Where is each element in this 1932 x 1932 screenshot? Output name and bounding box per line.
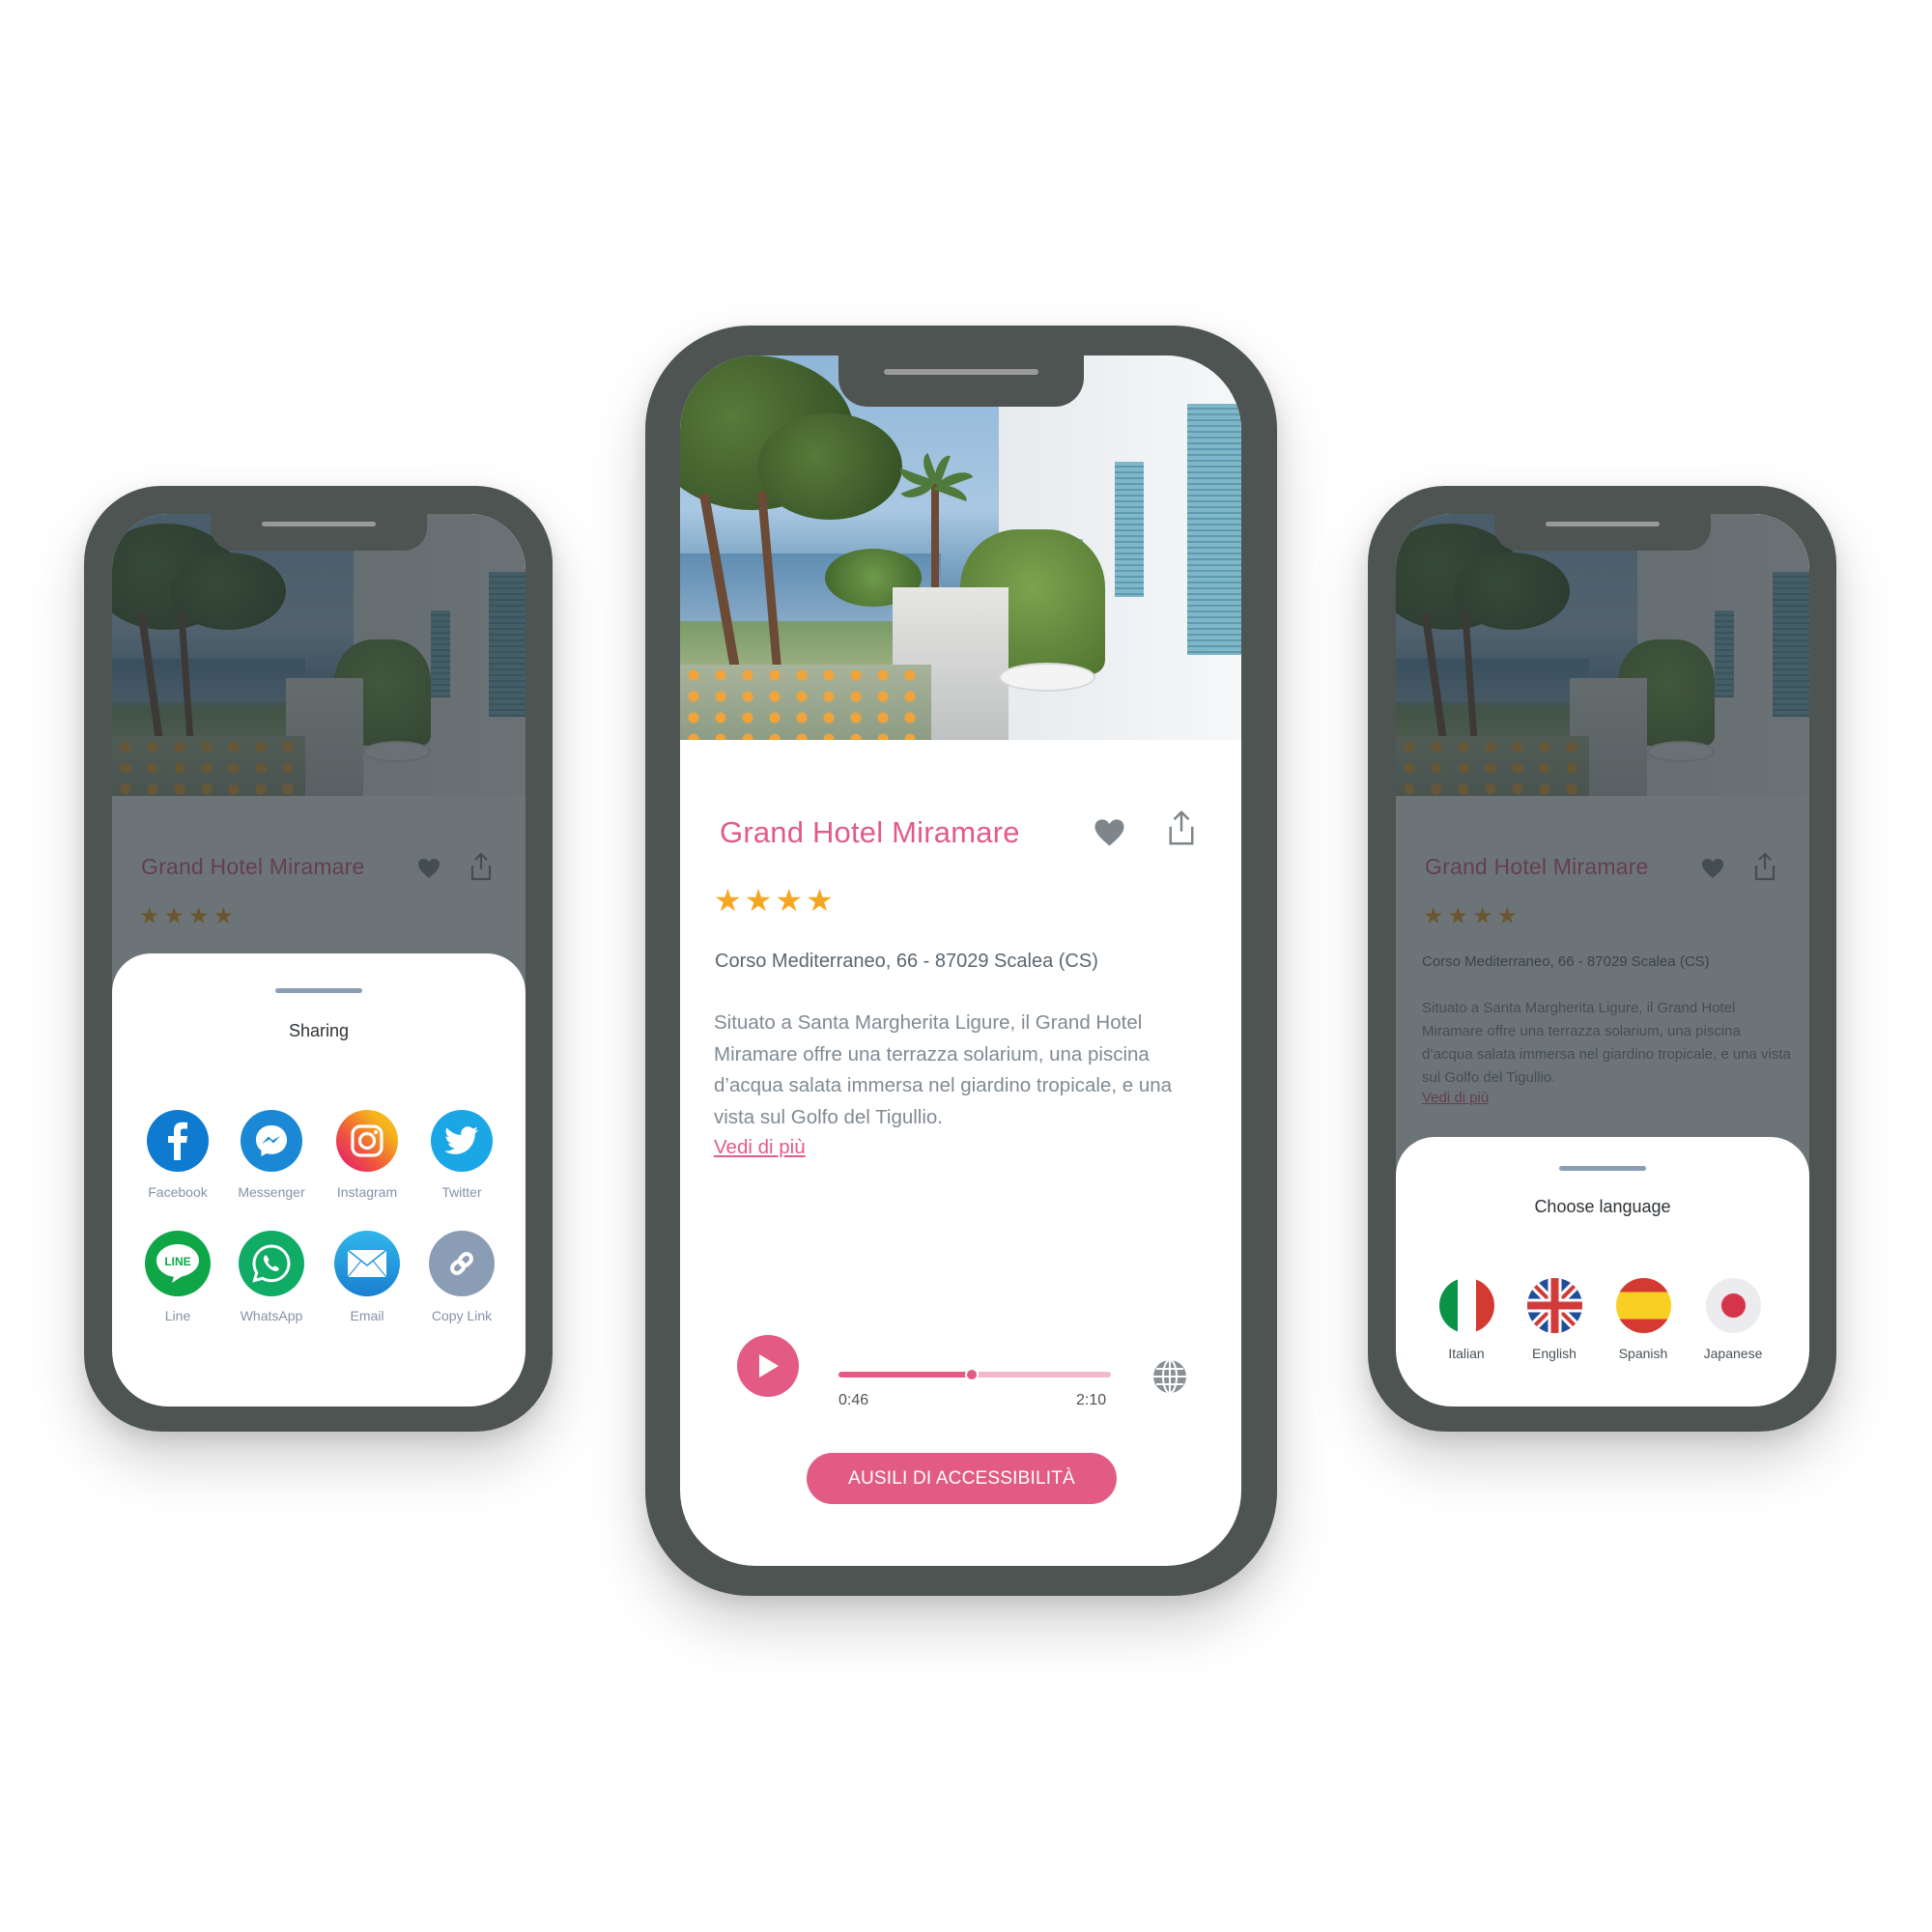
messenger-icon bbox=[241, 1110, 302, 1172]
phone-left-sharing: Grand Hotel Miramare ★ ★ ★ ★ Sharing bbox=[84, 486, 553, 1432]
instagram-icon bbox=[336, 1110, 398, 1172]
sheet-drag-handle[interactable] bbox=[275, 988, 362, 993]
sheet-title: Sharing bbox=[288, 1021, 350, 1040]
hotel-title: Grand Hotel Miramare bbox=[720, 815, 1020, 849]
language-label: Italian bbox=[1448, 1346, 1485, 1361]
line-icon: LINE bbox=[145, 1231, 211, 1296]
share-label: Copy Link bbox=[431, 1308, 493, 1323]
italy-flag-icon bbox=[1438, 1278, 1494, 1333]
share-facebook[interactable]: Facebook bbox=[131, 1110, 224, 1200]
language-label: Japanese bbox=[1703, 1346, 1763, 1361]
screen-right: Grand Hotel Miramare ★ ★ ★ ★ Corso Medit… bbox=[1396, 514, 1809, 1406]
audio-progress-fill bbox=[838, 1372, 973, 1378]
language-japanese[interactable]: Japanese bbox=[1690, 1278, 1776, 1361]
language-english[interactable]: English bbox=[1511, 1278, 1598, 1361]
share-instagram[interactable]: Instagram bbox=[321, 1110, 413, 1200]
speaker-grille bbox=[1546, 522, 1660, 526]
star-icon: ★ bbox=[714, 883, 742, 918]
hotel-address: Corso Mediterraneo, 66 - 87029 Scalea (C… bbox=[715, 951, 1098, 972]
accessibility-button[interactable]: AUSILI DI ACCESSIBILITÀ bbox=[807, 1453, 1117, 1504]
sheet-title: Choose language bbox=[1534, 1197, 1671, 1216]
phone-notch bbox=[1494, 514, 1711, 551]
speaker-grille bbox=[883, 369, 1038, 375]
audio-progress-slider[interactable] bbox=[838, 1368, 1111, 1381]
sharing-sheet: Sharing Facebook Messenger Instagram Twi… bbox=[112, 953, 526, 1406]
play-button[interactable] bbox=[737, 1335, 799, 1397]
see-more-link[interactable]: Vedi di più bbox=[714, 1136, 806, 1159]
share-whatsapp[interactable]: WhatsApp bbox=[225, 1231, 318, 1323]
star-icon: ★ bbox=[744, 883, 773, 918]
language-spanish[interactable]: Spanish bbox=[1600, 1278, 1687, 1361]
screen-left: Grand Hotel Miramare ★ ★ ★ ★ Sharing bbox=[112, 514, 526, 1406]
share-line[interactable]: LINE Line bbox=[131, 1231, 224, 1323]
speaker-grille bbox=[262, 522, 376, 526]
star-rating: ★ ★ ★ ★ bbox=[714, 882, 834, 919]
whatsapp-icon bbox=[239, 1231, 304, 1296]
link-icon bbox=[429, 1231, 495, 1296]
phone-notch bbox=[211, 514, 427, 551]
japan-flag-icon bbox=[1705, 1278, 1761, 1333]
language-label: Spanish bbox=[1618, 1346, 1668, 1361]
star-icon: ★ bbox=[806, 883, 834, 918]
phone-notch bbox=[838, 355, 1084, 407]
share-label: Line bbox=[164, 1308, 191, 1323]
phone-center-detail: Grand Hotel Miramare ★ ★ ★ ★ Corso Medit… bbox=[645, 326, 1277, 1596]
share-label: Facebook bbox=[148, 1184, 208, 1200]
screen-center: Grand Hotel Miramare ★ ★ ★ ★ Corso Medit… bbox=[680, 355, 1241, 1566]
share-twitter[interactable]: Twitter bbox=[415, 1110, 508, 1200]
email-icon bbox=[334, 1231, 400, 1296]
hotel-description: Situato a Santa Margherita Ligure, il Gr… bbox=[714, 1011, 1173, 1128]
current-time: 0:46 bbox=[838, 1392, 869, 1408]
phone-right-language: Grand Hotel Miramare ★ ★ ★ ★ Corso Medit… bbox=[1368, 486, 1836, 1432]
uk-flag-icon bbox=[1526, 1278, 1582, 1333]
share-email[interactable]: Email bbox=[321, 1231, 413, 1323]
play-icon bbox=[759, 1354, 779, 1378]
share-messenger[interactable]: Messenger bbox=[225, 1110, 318, 1200]
svg-text:LINE: LINE bbox=[164, 1255, 190, 1268]
language-label: English bbox=[1532, 1346, 1577, 1361]
audio-progress-knob[interactable] bbox=[965, 1368, 980, 1381]
heart-icon[interactable] bbox=[1088, 813, 1130, 852]
language-italian[interactable]: Italian bbox=[1423, 1278, 1510, 1361]
share-label: Messenger bbox=[238, 1184, 305, 1200]
twitter-icon bbox=[431, 1110, 493, 1172]
spain-flag-icon bbox=[1615, 1278, 1671, 1333]
share-label: Twitter bbox=[441, 1184, 482, 1200]
total-time: 2:10 bbox=[1076, 1392, 1107, 1408]
share-copy-link[interactable]: Copy Link bbox=[415, 1231, 508, 1323]
sheet-drag-handle[interactable] bbox=[1559, 1166, 1646, 1171]
language-sheet: Choose language Italian English Spanish … bbox=[1396, 1137, 1809, 1406]
share-icon[interactable] bbox=[1162, 806, 1201, 850]
globe-icon[interactable] bbox=[1151, 1357, 1189, 1396]
share-label: Instagram bbox=[336, 1184, 398, 1200]
hotel-photo bbox=[680, 355, 1241, 740]
facebook-icon bbox=[147, 1110, 209, 1172]
star-icon: ★ bbox=[775, 883, 804, 918]
share-label: WhatsApp bbox=[240, 1308, 303, 1323]
share-label: Email bbox=[350, 1308, 384, 1323]
